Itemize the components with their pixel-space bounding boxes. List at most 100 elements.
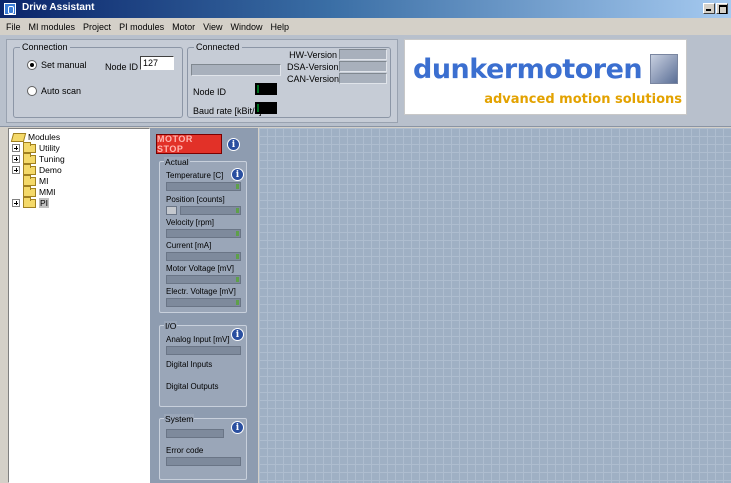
radio-selected-icon	[27, 60, 37, 70]
temperature-label: Temperature [C]	[166, 171, 224, 180]
logo-brand: dunkermotoren	[413, 54, 643, 85]
can-version-label: CAN-Version	[287, 74, 340, 84]
current-bar	[166, 252, 241, 261]
company-logo: dunkermotoren advanced motion solutions	[404, 39, 687, 115]
info-icon[interactable]: i	[231, 328, 244, 341]
connection-header: Connection Set manual Node ID 127 Auto s…	[0, 35, 731, 127]
expand-icon[interactable]	[12, 199, 20, 207]
connected-node-id-label: Node ID	[193, 87, 227, 97]
tree-item-label: MI	[39, 176, 49, 186]
position-bar	[180, 206, 241, 215]
title-bar: Drive Assistant	[0, 0, 731, 18]
window-title: Drive Assistant	[22, 2, 95, 13]
menu-help[interactable]: Help	[266, 22, 293, 32]
module-tree: Modules Utility Tuning Demo MI MMI PI	[8, 128, 150, 483]
baud-rate-display	[255, 102, 277, 114]
tree-item-utility[interactable]: Utility	[12, 141, 60, 153]
menu-mi-modules[interactable]: MI modules	[25, 22, 80, 32]
window-controls	[703, 3, 728, 14]
dsa-version-label: DSA-Version	[287, 62, 339, 72]
system-section: System i Error code	[159, 414, 247, 480]
io-section: I/O i Analog Input [mV] Digital Inputs D…	[159, 321, 247, 407]
can-version-field	[339, 73, 387, 84]
info-icon[interactable]: i	[227, 138, 240, 151]
io-title: I/O	[164, 321, 178, 331]
folder-icon	[23, 163, 36, 175]
menu-bar: File MI modules Project PI modules Motor…	[0, 18, 731, 35]
info-icon[interactable]: i	[231, 168, 244, 181]
node-id-display	[255, 83, 277, 95]
tree-item-label: Tuning	[39, 154, 65, 164]
system-title: System	[164, 414, 195, 424]
system-status-bar	[166, 429, 224, 438]
temperature-bar	[166, 182, 241, 191]
menu-motor[interactable]: Motor	[168, 22, 199, 32]
connected-status-field	[191, 64, 281, 76]
info-icon[interactable]: i	[231, 421, 244, 434]
tree-item-label: PI	[39, 198, 50, 208]
analog-input-label: Analog Input [mV]	[166, 335, 230, 344]
current-label: Current [mA]	[166, 241, 212, 250]
tree-item-demo[interactable]: Demo	[12, 163, 62, 175]
auto-scan-radio[interactable]: Auto scan	[27, 86, 81, 96]
velocity-bar	[166, 229, 241, 238]
tree-root-label: Modules	[28, 132, 61, 142]
tree-item-label: Utility	[39, 143, 60, 153]
folder-open-icon	[10, 132, 27, 142]
workspace-canvas[interactable]	[259, 128, 731, 483]
set-manual-label: Set manual	[41, 60, 87, 70]
analog-input-bar	[166, 346, 241, 355]
motor-image	[650, 54, 678, 84]
menu-file[interactable]: File	[2, 22, 25, 32]
minimize-button[interactable]	[703, 3, 715, 14]
velocity-label: Velocity [rpm]	[166, 218, 215, 227]
logo-tagline: advanced motion solutions	[484, 92, 682, 107]
menu-project[interactable]: Project	[79, 22, 115, 32]
connection-group: Connection	[13, 42, 183, 118]
tree-root-modules[interactable]: Modules	[10, 132, 61, 142]
tree-item-tuning[interactable]: Tuning	[12, 152, 65, 164]
tree-item-mmi[interactable]: MMI	[23, 185, 56, 197]
control-panel: MOTOR STOP i Actual i Temperature [C] Po…	[150, 128, 258, 483]
tree-item-mi[interactable]: MI	[23, 174, 49, 186]
electr-voltage-label: Electr. Voltage [mV]	[166, 287, 236, 296]
maximize-button[interactable]	[716, 3, 728, 14]
menu-window[interactable]: Window	[226, 22, 266, 32]
connection-panel: Connection Set manual Node ID 127 Auto s…	[6, 39, 398, 123]
hw-version-label: HW-Version	[289, 50, 337, 60]
digital-inputs-label: Digital Inputs	[166, 360, 213, 369]
digital-outputs-label: Digital Outputs	[166, 382, 219, 391]
tree-item-label: MMI	[39, 187, 56, 197]
error-code-field	[166, 457, 241, 466]
position-reset-button[interactable]	[166, 206, 177, 215]
expand-icon[interactable]	[12, 155, 20, 163]
connected-legend: Connected	[196, 42, 240, 52]
hw-version-field	[339, 49, 387, 60]
node-id-input[interactable]: 127	[140, 56, 174, 70]
dsa-version-field	[339, 61, 387, 72]
app-icon	[4, 3, 16, 15]
position-label: Position [counts]	[166, 195, 225, 204]
expand-icon[interactable]	[12, 166, 20, 174]
baud-rate-label: Baud rate [kBit/s]	[193, 106, 262, 116]
tree-item-label: Demo	[39, 165, 62, 175]
tree-item-pi[interactable]: PI	[12, 196, 50, 208]
motor-voltage-label: Motor Voltage [mV]	[166, 264, 235, 273]
error-code-label: Error code	[166, 446, 204, 455]
folder-icon	[23, 196, 36, 208]
set-manual-radio[interactable]: Set manual	[27, 60, 87, 70]
radio-unselected-icon	[27, 86, 37, 96]
menu-view[interactable]: View	[199, 22, 226, 32]
folder-icon	[23, 141, 36, 153]
expand-icon[interactable]	[12, 144, 20, 152]
motor-stop-button[interactable]: MOTOR STOP	[156, 134, 222, 154]
auto-scan-label: Auto scan	[41, 86, 82, 96]
menu-pi-modules[interactable]: PI modules	[115, 22, 168, 32]
actual-title: Actual	[164, 157, 190, 167]
node-id-label: Node ID	[105, 62, 139, 72]
electr-voltage-bar	[166, 298, 241, 307]
folder-icon	[23, 185, 36, 197]
connection-legend: Connection	[22, 42, 68, 52]
actual-section: Actual i Temperature [C] Position [count…	[159, 157, 247, 313]
motor-voltage-bar	[166, 275, 241, 284]
